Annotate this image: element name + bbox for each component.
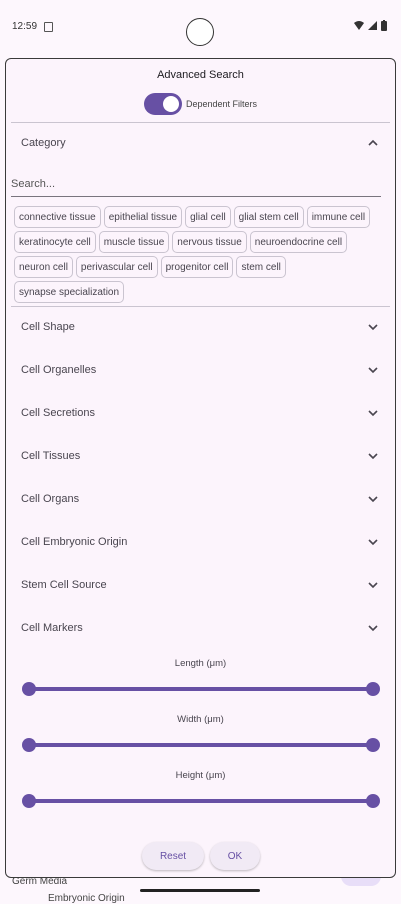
section-cell-markers[interactable]: Cell Markers [21,618,380,638]
section-label: Category [21,137,66,149]
category-chips: connective tissue epithelial tissue glia… [14,206,386,303]
height-range-slider[interactable] [22,794,380,808]
section-label: Stem Cell Source [21,579,107,591]
chevron-down-icon [368,367,378,374]
section-stem-cell-source[interactable]: Stem Cell Source [21,575,380,595]
advanced-search-dialog: Advanced Search Dependent Filters Catego… [5,58,396,878]
sim-icon [44,22,53,32]
ok-button[interactable]: OK [210,842,260,870]
status-icons [354,20,387,31]
background-text: Embryonic Origin [48,893,125,904]
reset-button[interactable]: Reset [142,842,204,870]
section-cell-shape[interactable]: Cell Shape [21,317,380,337]
wifi-icon [354,21,364,30]
slider-track [29,743,373,747]
divider [11,306,390,307]
status-time: 12:59 [12,21,38,32]
dependent-filters-label: Dependent Filters [185,99,258,109]
width-range-slider[interactable] [22,738,380,752]
battery-icon [381,20,387,31]
length-label: Length (μm) [174,658,227,669]
category-chip[interactable]: epithelial tissue [103,206,183,228]
chevron-up-icon [368,139,378,146]
section-label: Cell Shape [21,321,75,333]
slider-min-handle[interactable] [22,738,36,752]
length-range-slider[interactable] [22,682,380,696]
chevron-down-icon [368,539,378,546]
width-label: Width (μm) [177,714,224,725]
slider-track [29,687,373,691]
slider-track [29,799,373,803]
category-chip[interactable]: connective tissue [14,206,101,228]
status-bar: 12:59 [0,0,401,52]
section-label: Cell Organs [21,493,80,505]
section-label: Cell Tissues [21,450,81,462]
chevron-down-icon [368,410,378,417]
slider-min-handle[interactable] [22,794,36,808]
category-chip[interactable]: immune cell [306,206,371,228]
section-cell-tissues[interactable]: Cell Tissues [21,446,380,466]
dependent-filters-toggle[interactable] [143,93,182,115]
category-chip[interactable]: neuroendocrine cell [249,231,348,253]
category-search-input[interactable] [11,171,381,197]
slider-max-handle[interactable] [366,794,380,808]
divider [11,122,390,123]
slider-min-handle[interactable] [22,682,36,696]
slider-max-handle[interactable] [366,682,380,696]
section-category[interactable]: Category [21,133,380,153]
category-chip[interactable]: progenitor cell [160,256,234,278]
chevron-down-icon [368,582,378,589]
chevron-down-icon [368,625,378,632]
slider-max-handle[interactable] [366,738,380,752]
gesture-bar[interactable] [140,889,260,892]
section-label: Cell Organelles [21,364,97,376]
section-label: Cell Markers [21,622,83,634]
signal-icon [368,21,377,30]
dependent-filters-row: Dependent Filters [6,93,395,115]
category-chip[interactable]: muscle tissue [98,231,170,253]
category-chip[interactable]: perivascular cell [75,256,158,278]
category-chip[interactable]: synapse specialization [14,281,125,303]
section-label: Cell Secretions [21,407,95,419]
dialog-title: Advanced Search [157,69,244,81]
category-chip[interactable]: keratinocyte cell [14,231,96,253]
category-chip[interactable]: stem cell [236,256,286,278]
section-cell-organelles[interactable]: Cell Organelles [21,360,380,380]
chevron-down-icon [368,324,378,331]
height-label: Height (μm) [175,770,226,781]
category-chip[interactable]: nervous tissue [172,231,247,253]
section-cell-organs[interactable]: Cell Organs [21,489,380,509]
category-chip[interactable]: neuron cell [14,256,73,278]
camera-cutout [186,18,214,46]
toggle-thumb [162,96,179,112]
section-cell-secretions[interactable]: Cell Secretions [21,403,380,423]
section-cell-embryonic-origin[interactable]: Cell Embryonic Origin [21,532,380,552]
chevron-down-icon [368,453,378,460]
chevron-down-icon [368,496,378,503]
category-chip[interactable]: glial stem cell [233,206,304,228]
category-chip[interactable]: glial cell [185,206,231,228]
section-label: Cell Embryonic Origin [21,536,128,548]
